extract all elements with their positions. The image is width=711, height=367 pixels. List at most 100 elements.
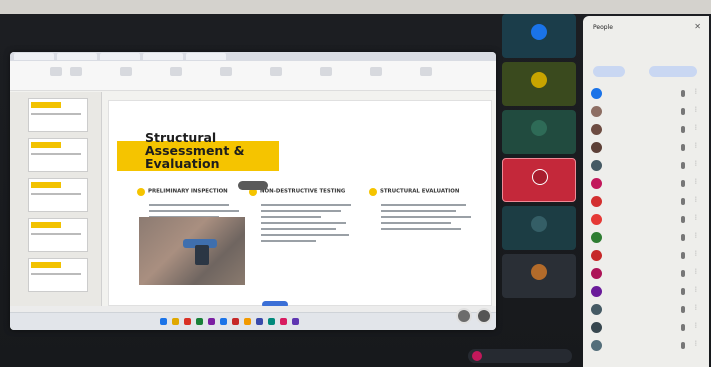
more-options-icon[interactable]: ⋮ [693,304,699,311]
taskbar-app-icon[interactable] [256,318,263,325]
add-people-button[interactable] [649,66,697,77]
more-options-icon[interactable]: ⋮ [693,250,699,257]
more-options-icon[interactable]: ⋮ [693,142,699,149]
ribbon-button[interactable] [320,67,332,76]
more-options-icon[interactable]: ⋮ [693,322,699,329]
slide-thumbnail[interactable] [28,258,88,292]
taskbar-app-icon[interactable] [196,318,203,325]
taskbar-app-icon[interactable] [208,318,215,325]
taskbar-app-icon[interactable] [232,318,239,325]
participant-row[interactable]: ⋮ [591,284,703,300]
participant-tile-speaking[interactable] [502,158,576,202]
ribbon-button[interactable] [170,67,182,76]
more-options-icon[interactable]: ⋮ [693,286,699,293]
avatar [531,264,547,280]
text-line [261,228,336,230]
mic-icon [681,306,685,313]
more-options-icon[interactable]: ⋮ [693,124,699,131]
mic-icon [681,342,685,349]
avatar [591,232,602,243]
more-options-icon[interactable]: ⋮ [693,178,699,185]
text-line [381,210,456,212]
mic-icon [681,144,685,151]
taskbar-app-icon[interactable] [160,318,167,325]
participant-tile[interactable] [502,14,576,58]
taskbar-app-icon[interactable] [292,318,299,325]
participant-tile[interactable] [502,62,576,106]
browser-tab[interactable] [186,53,226,60]
taskbar-app-icon[interactable] [172,318,179,325]
top-strip [0,0,711,14]
more-options-icon[interactable]: ⋮ [693,160,699,167]
taskbar-app-icon[interactable] [244,318,251,325]
avatar [591,142,602,153]
more-options-icon[interactable]: ⋮ [693,268,699,275]
ribbon-button[interactable] [220,67,232,76]
thumb-bar [31,182,61,188]
taskbar [10,312,496,330]
participant-row[interactable]: ⋮ [591,302,703,318]
participant-row[interactable]: ⋮ [591,212,703,228]
participant-tile[interactable] [502,110,576,154]
section-heading: NON-DESTRUCTIVE TESTING [260,188,346,195]
participant-row[interactable]: ⋮ [591,230,703,246]
text-line [261,222,346,224]
participant-row[interactable]: ⋮ [591,248,703,264]
taskbar-app-icon[interactable] [184,318,191,325]
taskbar-app-icon[interactable] [268,318,275,325]
participant-row[interactable]: ⋮ [591,266,703,282]
ribbon-button[interactable] [120,67,132,76]
browser-tab[interactable] [100,53,140,60]
ribbon-button[interactable] [70,67,82,76]
close-icon[interactable]: ✕ [694,22,701,31]
browser-tab[interactable] [14,53,54,60]
ribbon-button[interactable] [270,67,282,76]
ribbon-button[interactable] [370,67,382,76]
text-line [381,228,461,230]
slide-thumbnail[interactable] [28,138,88,172]
taskbar-app-icon[interactable] [280,318,287,325]
avatar [591,340,602,351]
ribbon-button[interactable] [420,67,432,76]
participant-tile[interactable] [502,206,576,250]
text-line [261,216,321,218]
taskbar-app-icon[interactable] [220,318,227,325]
participant-row[interactable]: ⋮ [591,104,703,120]
more-options-icon[interactable]: ⋮ [693,196,699,203]
slide-thumbnail[interactable] [28,98,88,132]
more-options-icon[interactable]: ⋮ [693,88,699,95]
bullet-dot-icon [137,187,145,196]
thumb-line [31,193,81,195]
participant-tile[interactable] [502,254,576,298]
browser-tab[interactable] [143,53,183,60]
mic-icon [681,270,685,277]
slide-thumbnail[interactable] [28,218,88,252]
more-options-icon[interactable]: ⋮ [693,340,699,347]
participant-row[interactable]: ⋮ [591,140,703,156]
current-slide: Structural Assessment & Evaluation PRELI… [108,100,492,306]
presenter-avatar-button[interactable] [476,308,492,324]
participant-row[interactable]: ⋮ [591,86,703,102]
mic-icon [681,216,685,223]
bullet-dot-icon [369,187,377,196]
text-line [381,204,466,206]
people-filter-button[interactable] [593,66,625,77]
participant-row[interactable]: ⋮ [591,176,703,192]
participant-row[interactable]: ⋮ [591,338,703,354]
participant-row[interactable]: ⋮ [591,122,703,138]
text-line [149,204,229,206]
more-options-icon[interactable]: ⋮ [693,106,699,113]
thumb-bar [31,102,61,108]
participant-row[interactable]: ⋮ [591,320,703,336]
more-options-icon[interactable]: ⋮ [693,214,699,221]
participant-row[interactable]: ⋮ [591,194,703,210]
shared-screen[interactable]: Structural Assessment & Evaluation PRELI… [10,52,496,330]
browser-tab[interactable] [57,53,97,60]
avatar [531,24,547,40]
slide-thumbnail[interactable] [28,178,88,212]
more-options-icon[interactable]: ⋮ [693,232,699,239]
presenting-banner[interactable] [468,349,572,363]
participant-row[interactable]: ⋮ [591,158,703,174]
presenter-avatar-button[interactable] [456,308,472,324]
ribbon-button[interactable] [50,67,62,76]
